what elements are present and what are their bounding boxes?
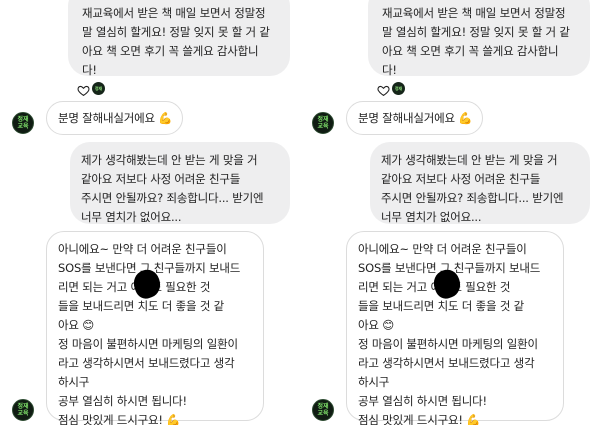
- message-line: 아요 😊: [358, 318, 395, 332]
- message-line: 분명 잘해내실거에요 💪: [58, 111, 173, 125]
- message-line: 너무 염치가 없어요...: [381, 210, 482, 224]
- message-line: 아니에요~ 만약 더 어려운 친구들이: [58, 242, 227, 256]
- message-line: 다!: [382, 63, 397, 77]
- message-line: 공부 열심히 하시면 됩니다!: [358, 394, 487, 408]
- received-message-bubble: 재교육에서 받은 책 매일 보면서 정말정 말 열심히 할게요! 정말 잊지 못…: [368, 0, 590, 77]
- sent-message-bubble: 아니에요~ 만약 더 어려운 친구들이 SOS를 보낸다면 그 친구들까지 보내…: [46, 231, 264, 425]
- message-line: 주시면 안될까요? 죄송합니다... 받기엔: [81, 191, 264, 205]
- reaction-avatar: 정재: [92, 82, 105, 95]
- message-line: 제가 생각해봤는데 안 받는 게 맞을 거: [81, 153, 258, 167]
- message-line: 점심 맛있게 드시구요! 💪: [58, 413, 181, 425]
- message-line: 하시구: [358, 375, 390, 389]
- avatar[interactable]: 정재 교육: [12, 112, 34, 134]
- message-line: 같아요 저보다 사정 어려운 친구들: [81, 172, 241, 186]
- message-line: 라고 생각하시면서 보내드렸다고 생각: [58, 356, 235, 370]
- message-line: 주시면 안될까요? 죄송합니다... 받기엔: [381, 191, 564, 205]
- message-line: 분명 잘해내실거에요 💪: [358, 111, 473, 125]
- message-line: 말 열심히 할게요! 정말 잊지 못 할 거 같: [82, 25, 270, 39]
- message-line: 같아요 저보다 사정 어려운 친구들: [381, 172, 541, 186]
- received-message-bubble: 제가 생각해봤는데 안 받는 게 맞을 거 같아요 저보다 사정 어려운 친구들…: [70, 142, 290, 224]
- message-line: 아요 책 오면 후기 꼭 쓸게요 감사합니: [82, 44, 259, 58]
- sent-message-bubble: 분명 잘해내실거에요 💪: [346, 101, 484, 135]
- heart-icon[interactable]: [377, 82, 390, 97]
- message-line: 점심 맛있게 드시구요! 💪: [358, 413, 481, 425]
- chat-panel-left: 재교육에서 받은 책 매일 보면서 정말정 말 열심히 할게요! 정말 잊지 못…: [0, 0, 300, 425]
- message-line: 들을 보내드리면 치도 더 좋을 것 같: [58, 299, 225, 313]
- chat-panel-right: 재교육에서 받은 책 매일 보면서 정말정 말 열심히 할게요! 정말 잊지 못…: [300, 0, 600, 425]
- message-line: 들을 보내드리면 치도 더 좋을 것 같: [358, 299, 525, 313]
- received-message-bubble: 재교육에서 받은 책 매일 보면서 정말정 말 열심히 할게요! 정말 잊지 못…: [68, 0, 290, 77]
- message-line: 하시구: [58, 375, 90, 389]
- message-line: 아니에요~ 만약 더 어려운 친구들이: [358, 242, 527, 256]
- message-line: 재교육에서 받은 책 매일 보면서 정말정: [82, 6, 266, 20]
- message-line: 아요 책 오면 후기 꼭 쓸게요 감사합니: [382, 44, 559, 58]
- heart-icon[interactable]: [77, 82, 90, 97]
- message-reactions[interactable]: 정재: [377, 82, 405, 97]
- message-line: 너무 염치가 없어요...: [81, 210, 182, 224]
- message-line: 재교육에서 받은 책 매일 보면서 정말정: [382, 6, 566, 20]
- message-reactions[interactable]: 정재: [77, 82, 105, 97]
- message-line: 공부 열심히 하시면 됩니다!: [58, 394, 187, 408]
- message-line: 정 마음이 불편하시면 마케팅의 일환이: [358, 337, 538, 351]
- message-line: 제가 생각해봤는데 안 받는 게 맞을 거: [381, 153, 558, 167]
- avatar[interactable]: 정재 교육: [12, 399, 34, 421]
- message-line: 아요 😊: [58, 318, 95, 332]
- avatar[interactable]: 정재 교육: [312, 399, 334, 421]
- sent-message-bubble: 아니에요~ 만약 더 어려운 친구들이 SOS를 보낸다면 그 친구들까지 보내…: [346, 231, 564, 425]
- message-line: 다!: [82, 63, 97, 77]
- avatar[interactable]: 정재 교육: [312, 112, 334, 134]
- sent-message-bubble: 분명 잘해내실거에요 💪: [46, 101, 184, 135]
- message-line: 말 열심히 할게요! 정말 잊지 못 할 거 같: [382, 25, 570, 39]
- received-message-bubble: 제가 생각해봤는데 안 받는 게 맞을 거 같아요 저보다 사정 어려운 친구들…: [370, 142, 590, 224]
- message-line: 정 마음이 불편하시면 마케팅의 일환이: [58, 337, 238, 351]
- message-line: 라고 생각하시면서 보내드렸다고 생각: [358, 356, 535, 370]
- reaction-avatar: 정재: [392, 82, 405, 95]
